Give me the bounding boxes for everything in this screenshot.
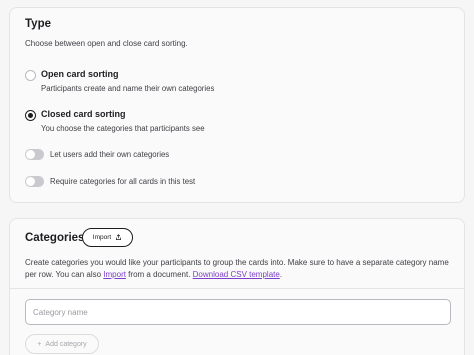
closed-card-sorting-label[interactable]: Closed card sorting <box>41 109 126 119</box>
closed-card-sorting-radio[interactable] <box>25 110 36 121</box>
download-csv-link[interactable]: Download CSV template <box>193 270 280 279</box>
categories-card: Categories Import Create categories you … <box>9 218 465 355</box>
categories-description-text-3: . <box>279 270 283 279</box>
import-button-label: Import <box>92 234 112 241</box>
type-description: Choose between open and close card sorti… <box>25 39 188 48</box>
add-category-label: Add category <box>45 340 87 348</box>
let-users-add-categories-label: Let users add their own categories <box>50 150 170 159</box>
let-users-add-categories-toggle[interactable] <box>25 149 44 160</box>
plus-icon: + <box>37 340 42 348</box>
closed-card-sorting-description: You choose the categories that participa… <box>41 124 205 133</box>
import-button[interactable]: Import <box>82 228 133 247</box>
open-card-sorting-radio[interactable] <box>25 70 36 81</box>
section-divider <box>10 288 464 289</box>
open-card-sorting-label[interactable]: Open card sorting <box>41 69 119 79</box>
require-categories-toggle[interactable] <box>25 176 44 187</box>
type-title: Type <box>25 18 51 30</box>
upload-icon <box>116 234 122 240</box>
categories-description: Create categories you would like your pa… <box>25 257 450 281</box>
categories-title: Categories <box>25 232 85 244</box>
add-category-button[interactable]: + Add category <box>25 334 99 354</box>
import-link[interactable]: Import <box>103 270 126 279</box>
category-name-placeholder: Category name <box>33 307 88 317</box>
categories-description-text-2: from a document. <box>125 270 193 279</box>
type-card: Type Choose between open and close card … <box>9 7 465 203</box>
open-card-sorting-description: Participants create and name their own c… <box>41 84 215 93</box>
category-name-input[interactable]: Category name <box>25 299 451 325</box>
require-categories-label: Require categories for all cards in this… <box>50 177 196 186</box>
